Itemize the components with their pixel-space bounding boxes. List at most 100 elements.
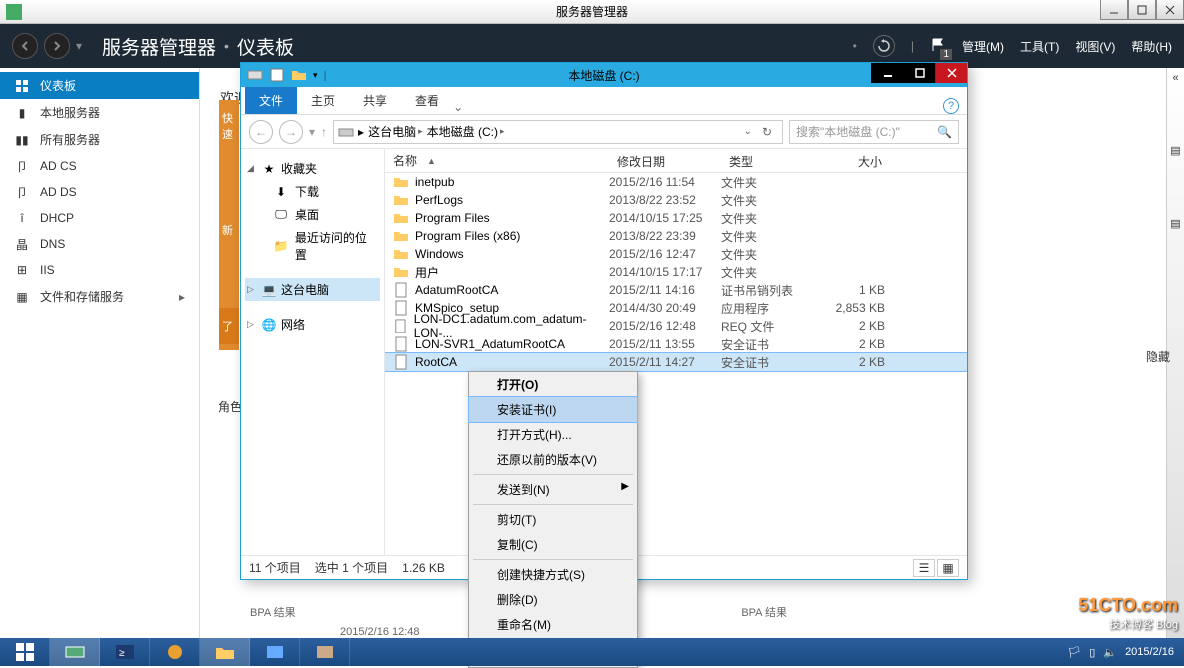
nav-label: 最近访问的位置: [295, 229, 378, 263]
explorer-minimize-button[interactable]: [871, 63, 903, 83]
ribbon-expand-icon[interactable]: ⌄: [453, 100, 463, 114]
explorer-window-title: 本地磁盘 (C:): [568, 67, 639, 84]
right-strip-item[interactable]: ▤: [1170, 217, 1180, 230]
ribbon-tab-share[interactable]: 共享: [349, 87, 401, 114]
file-row[interactable]: RootCA2015/2/11 14:27安全证书2 KB: [385, 353, 967, 371]
addr-dropdown-icon[interactable]: ⌄: [744, 126, 752, 137]
outer-close-button[interactable]: [1156, 0, 1184, 20]
outer-maximize-button[interactable]: [1128, 0, 1156, 20]
menu-manage[interactable]: 管理(M): [962, 38, 1004, 55]
ctx-copy[interactable]: 复制(C): [469, 532, 637, 557]
explorer-close-button[interactable]: [935, 63, 967, 83]
file-row[interactable]: LON-DC1.adatum.com_adatum-LON-...2015/2/…: [385, 317, 967, 335]
file-row[interactable]: 用户2014/10/15 17:17文件夹: [385, 263, 967, 281]
explorer-recent-dropdown[interactable]: ▾: [309, 125, 315, 139]
ctx-rename[interactable]: 重命名(M): [469, 612, 637, 637]
address-bar[interactable]: ▸ 这台电脑▸ 本地磁盘 (C:)▸ ⌄ ↻: [333, 120, 783, 144]
file-row[interactable]: AdatumRootCA2015/2/11 14:16证书吊销列表1 KB: [385, 281, 967, 299]
sidebar-item-all-servers[interactable]: ▮▮所有服务器: [0, 126, 199, 153]
col-date[interactable]: 修改日期: [609, 149, 721, 172]
ctx-install-cert[interactable]: 安装证书(I): [469, 397, 637, 422]
tray-flag-icon[interactable]: 🏳: [1067, 646, 1081, 659]
search-input[interactable]: 搜索"本地磁盘 (C:)" 🔍: [789, 120, 959, 144]
tray-clock[interactable]: 2015/2/16: [1125, 646, 1174, 658]
sidebar-item-dashboard[interactable]: 仪表板: [0, 72, 199, 99]
ctx-send-to[interactable]: 发送到(N)▶: [469, 477, 637, 502]
nav-downloads[interactable]: ⬇下载: [245, 180, 380, 203]
menu-tools[interactable]: 工具(T): [1020, 38, 1059, 55]
tray-network-icon[interactable]: ▯: [1089, 646, 1095, 659]
right-strip-chevron-icon[interactable]: «: [1172, 72, 1178, 84]
ribbon-tab-file[interactable]: 文件: [245, 87, 297, 114]
start-button[interactable]: [0, 638, 50, 666]
nav-forward-button[interactable]: [44, 33, 70, 59]
nav-dropdown-icon[interactable]: ▾: [76, 39, 82, 53]
chevron-right-icon[interactable]: ▸: [358, 125, 364, 139]
folder-icon[interactable]: [291, 67, 307, 83]
file-row[interactable]: Program Files2014/10/15 17:25文件夹: [385, 209, 967, 227]
explorer-maximize-button[interactable]: [903, 63, 935, 83]
outer-minimize-button[interactable]: [1100, 0, 1128, 20]
col-size[interactable]: 大小: [821, 149, 891, 172]
nav-recent[interactable]: 📁最近访问的位置: [245, 226, 380, 266]
hidden-label[interactable]: 隐藏: [1146, 348, 1170, 365]
ctx-shortcut[interactable]: 创建快捷方式(S): [469, 562, 637, 587]
help-icon[interactable]: ?: [943, 98, 959, 114]
nav-favorites[interactable]: ◢★收藏夹: [245, 157, 380, 180]
taskbar-item[interactable]: [150, 638, 200, 666]
ctx-restore[interactable]: 还原以前的版本(V): [469, 447, 637, 472]
taskbar-item[interactable]: [250, 638, 300, 666]
view-icons-button[interactable]: ▦: [937, 559, 959, 577]
addr-segment-drive[interactable]: 本地磁盘 (C:): [427, 123, 498, 140]
file-row[interactable]: Windows2015/2/16 12:47文件夹: [385, 245, 967, 263]
sidebar-item-storage[interactable]: ▦文件和存储服务▸: [0, 283, 199, 310]
nav-back-button[interactable]: [12, 33, 38, 59]
file-type: 文件夹: [721, 210, 821, 227]
file-row[interactable]: inetpub2015/2/16 11:54文件夹: [385, 173, 967, 191]
file-type: 文件夹: [721, 174, 821, 191]
search-placeholder: 搜索"本地磁盘 (C:)": [796, 123, 900, 140]
explorer-titlebar[interactable]: ▾ | 本地磁盘 (C:): [241, 63, 967, 87]
taskbar-server-manager[interactable]: [50, 638, 100, 666]
menu-help[interactable]: 帮助(H): [1131, 38, 1172, 55]
addr-refresh-button[interactable]: ↻: [756, 125, 778, 139]
ctx-open-with[interactable]: 打开方式(H)...: [469, 422, 637, 447]
file-row[interactable]: Program Files (x86)2013/8/22 23:39文件夹: [385, 227, 967, 245]
ribbon-tab-view[interactable]: 查看: [401, 87, 453, 114]
nav-network[interactable]: ▷🌐网络: [245, 313, 380, 336]
file-row[interactable]: LON-SVR1_AdatumRootCA2015/2/11 13:55安全证书…: [385, 335, 967, 353]
sidebar-item-adds[interactable]: 卩AD DS: [0, 179, 199, 205]
nav-desktop[interactable]: 🖵桌面: [245, 203, 380, 226]
quick-start-strip: 快速新了: [219, 100, 239, 350]
col-type[interactable]: 类型: [721, 149, 821, 172]
menu-view[interactable]: 视图(V): [1075, 38, 1115, 55]
sidebar-item-dhcp[interactable]: îDHCP: [0, 205, 199, 231]
taskbar-item[interactable]: [300, 638, 350, 666]
refresh-button[interactable]: [873, 35, 895, 57]
sidebar-item-iis[interactable]: ⊞IIS: [0, 257, 199, 283]
right-strip-item[interactable]: ▤: [1170, 144, 1180, 157]
breadcrumb-root[interactable]: 服务器管理器: [102, 33, 216, 60]
tray-volume-icon[interactable]: 🔈: [1103, 646, 1117, 659]
taskbar-explorer[interactable]: [200, 638, 250, 666]
ctx-delete[interactable]: 删除(D): [469, 587, 637, 612]
nav-computer[interactable]: ▷💻这台电脑: [245, 278, 380, 301]
ctx-cut[interactable]: 剪切(T): [469, 507, 637, 532]
sidebar-item-adcs[interactable]: 卩AD CS: [0, 153, 199, 179]
col-name[interactable]: 名称▲: [385, 149, 609, 172]
properties-icon[interactable]: [269, 67, 285, 83]
qat-dropdown-icon[interactable]: ▾: [313, 70, 318, 81]
sidebar-item-local-server[interactable]: ▮本地服务器: [0, 99, 199, 126]
addr-segment-computer[interactable]: 这台电脑: [368, 123, 416, 140]
view-details-button[interactable]: ☰: [913, 559, 935, 577]
file-row[interactable]: PerfLogs2013/8/22 23:52文件夹: [385, 191, 967, 209]
explorer-back-button[interactable]: ←: [249, 120, 273, 144]
explorer-forward-button[interactable]: →: [279, 120, 303, 144]
notifications-flag-icon[interactable]: 1: [930, 37, 946, 56]
svg-text:≥: ≥: [119, 648, 125, 659]
sidebar-item-dns[interactable]: 晶DNS: [0, 231, 199, 257]
ribbon-tab-home[interactable]: 主页: [297, 87, 349, 114]
ctx-open[interactable]: 打开(O): [469, 372, 637, 397]
explorer-up-button[interactable]: ↑: [321, 125, 327, 139]
taskbar-powershell[interactable]: ≥: [100, 638, 150, 666]
